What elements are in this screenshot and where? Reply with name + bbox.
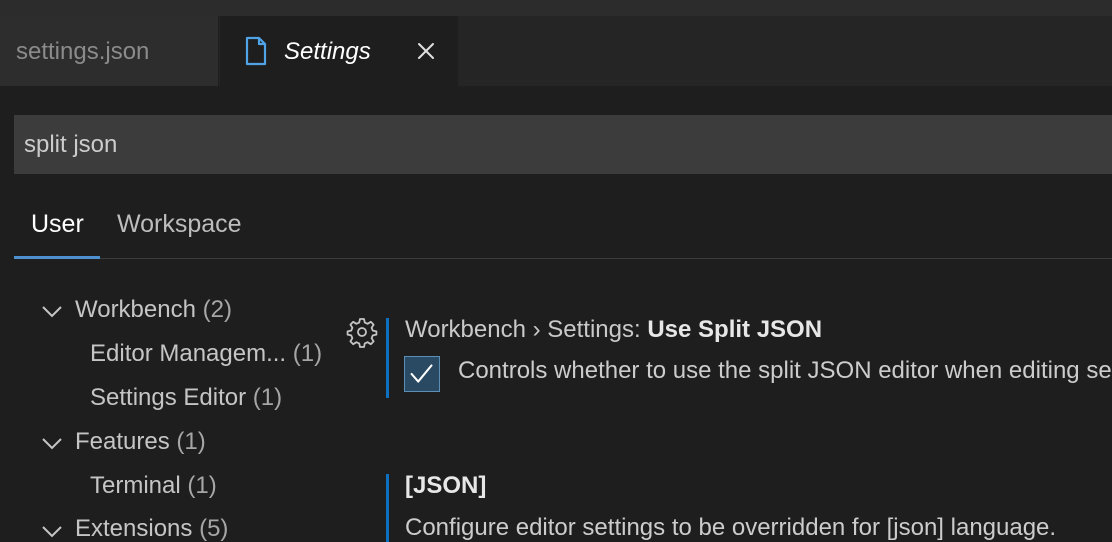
chevron-down-icon[interactable] <box>41 305 63 319</box>
setting-description: Controls whether to use the split JSON e… <box>458 357 1112 384</box>
modified-indicator-bar <box>386 474 389 542</box>
file-icon <box>245 36 267 66</box>
title-strip <box>0 0 1112 16</box>
chevron-down-icon[interactable] <box>41 437 63 451</box>
toc-label: Settings Editor <box>90 384 247 411</box>
scope-divider <box>14 258 1112 259</box>
toc-item-features[interactable]: Features (1) <box>75 428 206 456</box>
check-icon <box>410 364 433 383</box>
toc-count: (2) <box>202 296 232 323</box>
settings-search-box <box>14 115 1112 174</box>
toc-label: Terminal <box>90 472 181 499</box>
modified-dot-icon <box>0 46 4 60</box>
settings-editor-window: settings.json Settings User Workspace Wo… <box>0 0 1112 542</box>
tab-label: settings.json <box>16 38 150 65</box>
toc-item-editor-management[interactable]: Editor Managem... (1) <box>90 340 322 368</box>
toc-item-terminal[interactable]: Terminal (1) <box>90 472 217 500</box>
toc-count: (1) <box>252 384 283 411</box>
toc-count: (5) <box>199 515 229 542</box>
toc-count: (1) <box>292 340 323 367</box>
chevron-down-icon[interactable] <box>41 525 63 539</box>
tab-label: Settings <box>284 38 371 65</box>
search-input[interactable] <box>24 115 1112 174</box>
toc-item-extensions[interactable]: Extensions (5) <box>75 515 228 542</box>
setting-title-use-split-json: Workbench › Settings: Use Split JSON <box>405 316 822 344</box>
setting-title-json: [JSON] <box>405 472 486 500</box>
setting-category: Workbench › Settings: <box>405 316 648 343</box>
tab-settings-json[interactable]: settings.json <box>0 16 219 86</box>
toc-count: (1) <box>187 472 217 499</box>
setting-description: Configure editor settings to be overridd… <box>405 514 1057 541</box>
modified-indicator-bar <box>386 318 389 398</box>
toc-label: Editor Managem... <box>90 340 287 367</box>
tab-bar: settings.json Settings <box>0 16 1112 86</box>
toc-item-workbench[interactable]: Workbench (2) <box>75 296 232 324</box>
use-split-json-checkbox[interactable] <box>404 356 440 392</box>
setting-name: Use Split JSON <box>647 316 823 343</box>
active-tab-underline <box>14 256 100 259</box>
toc-label: Features <box>75 428 170 455</box>
toc-label: Extensions <box>75 515 193 542</box>
setting-name: [JSON] <box>405 472 487 499</box>
tab-workspace[interactable]: Workspace <box>117 210 242 239</box>
toc-item-settings-editor[interactable]: Settings Editor (1) <box>90 384 282 412</box>
toc-label: Workbench <box>75 296 196 323</box>
toc-count: (1) <box>176 428 206 455</box>
gear-icon[interactable] <box>346 316 378 348</box>
close-icon[interactable] <box>416 41 436 61</box>
tab-user[interactable]: User <box>31 210 84 239</box>
tab-settings[interactable]: Settings <box>220 16 458 86</box>
